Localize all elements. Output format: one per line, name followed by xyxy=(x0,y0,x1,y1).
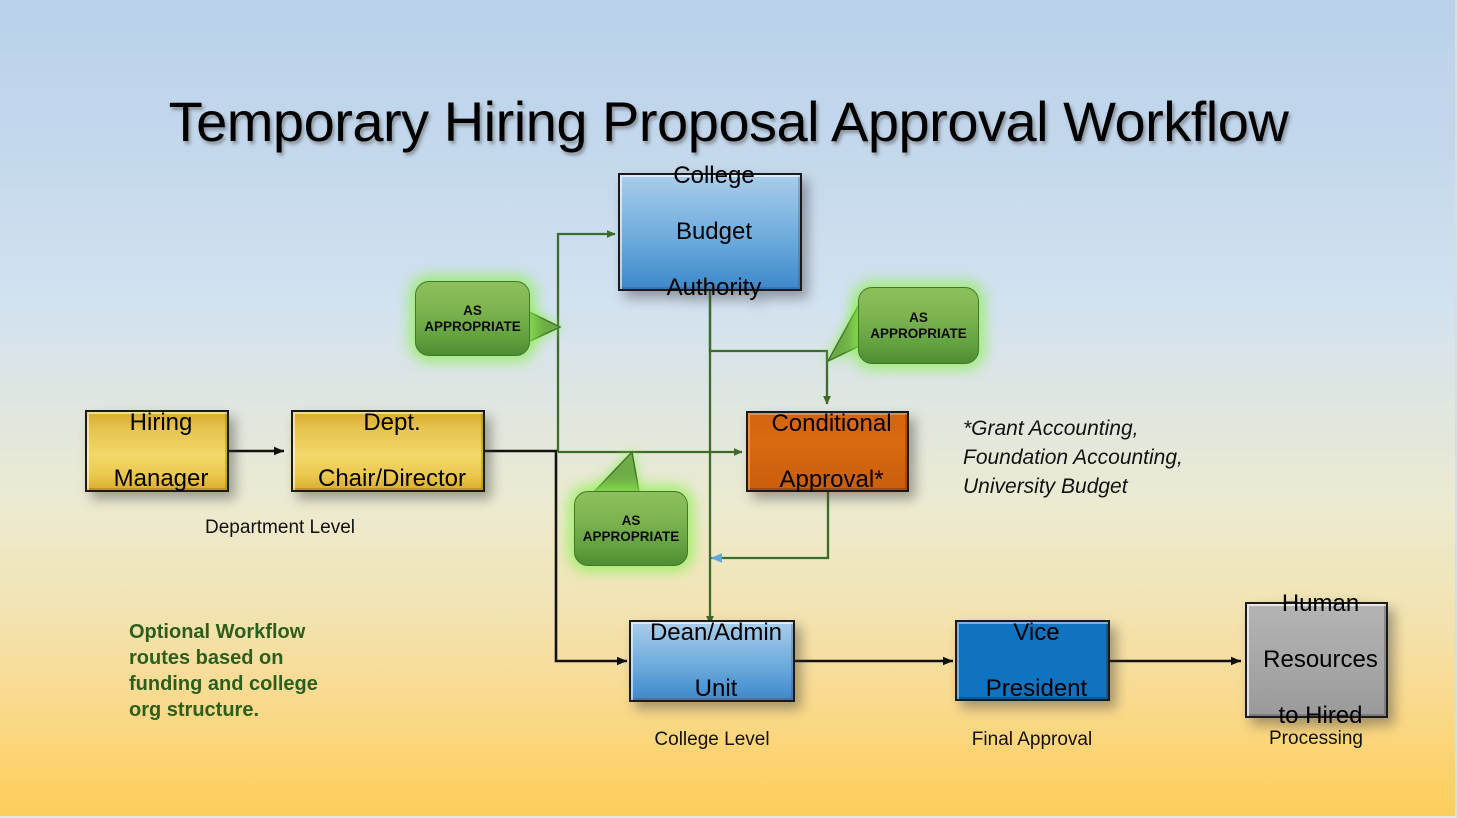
note-line: Optional Workflow xyxy=(129,621,306,643)
note-line: routes based on xyxy=(129,647,284,669)
note-optional-workflow: Optional Workflow routes based on fundin… xyxy=(129,619,379,723)
footnote-line: University Budget xyxy=(963,475,1128,498)
note-line: funding and college xyxy=(129,673,318,695)
line: APPROPRIATE xyxy=(582,528,680,544)
footnote-line: Foundation Accounting, xyxy=(963,446,1183,469)
note-line: org structure. xyxy=(129,699,260,721)
line: AS xyxy=(621,512,641,528)
footnote-grant-accounting: *Grant Accounting, Foundation Accounting… xyxy=(963,414,1243,501)
footnote-line: *Grant Accounting, xyxy=(963,417,1139,440)
callout-bottom-text: AS APPROPRIATE xyxy=(583,513,680,545)
callout-bottom-bubble[interactable]: AS APPROPRIATE xyxy=(574,491,688,566)
diagram-canvas: Temporary Hiring Proposal Approval Workf… xyxy=(0,0,1457,818)
